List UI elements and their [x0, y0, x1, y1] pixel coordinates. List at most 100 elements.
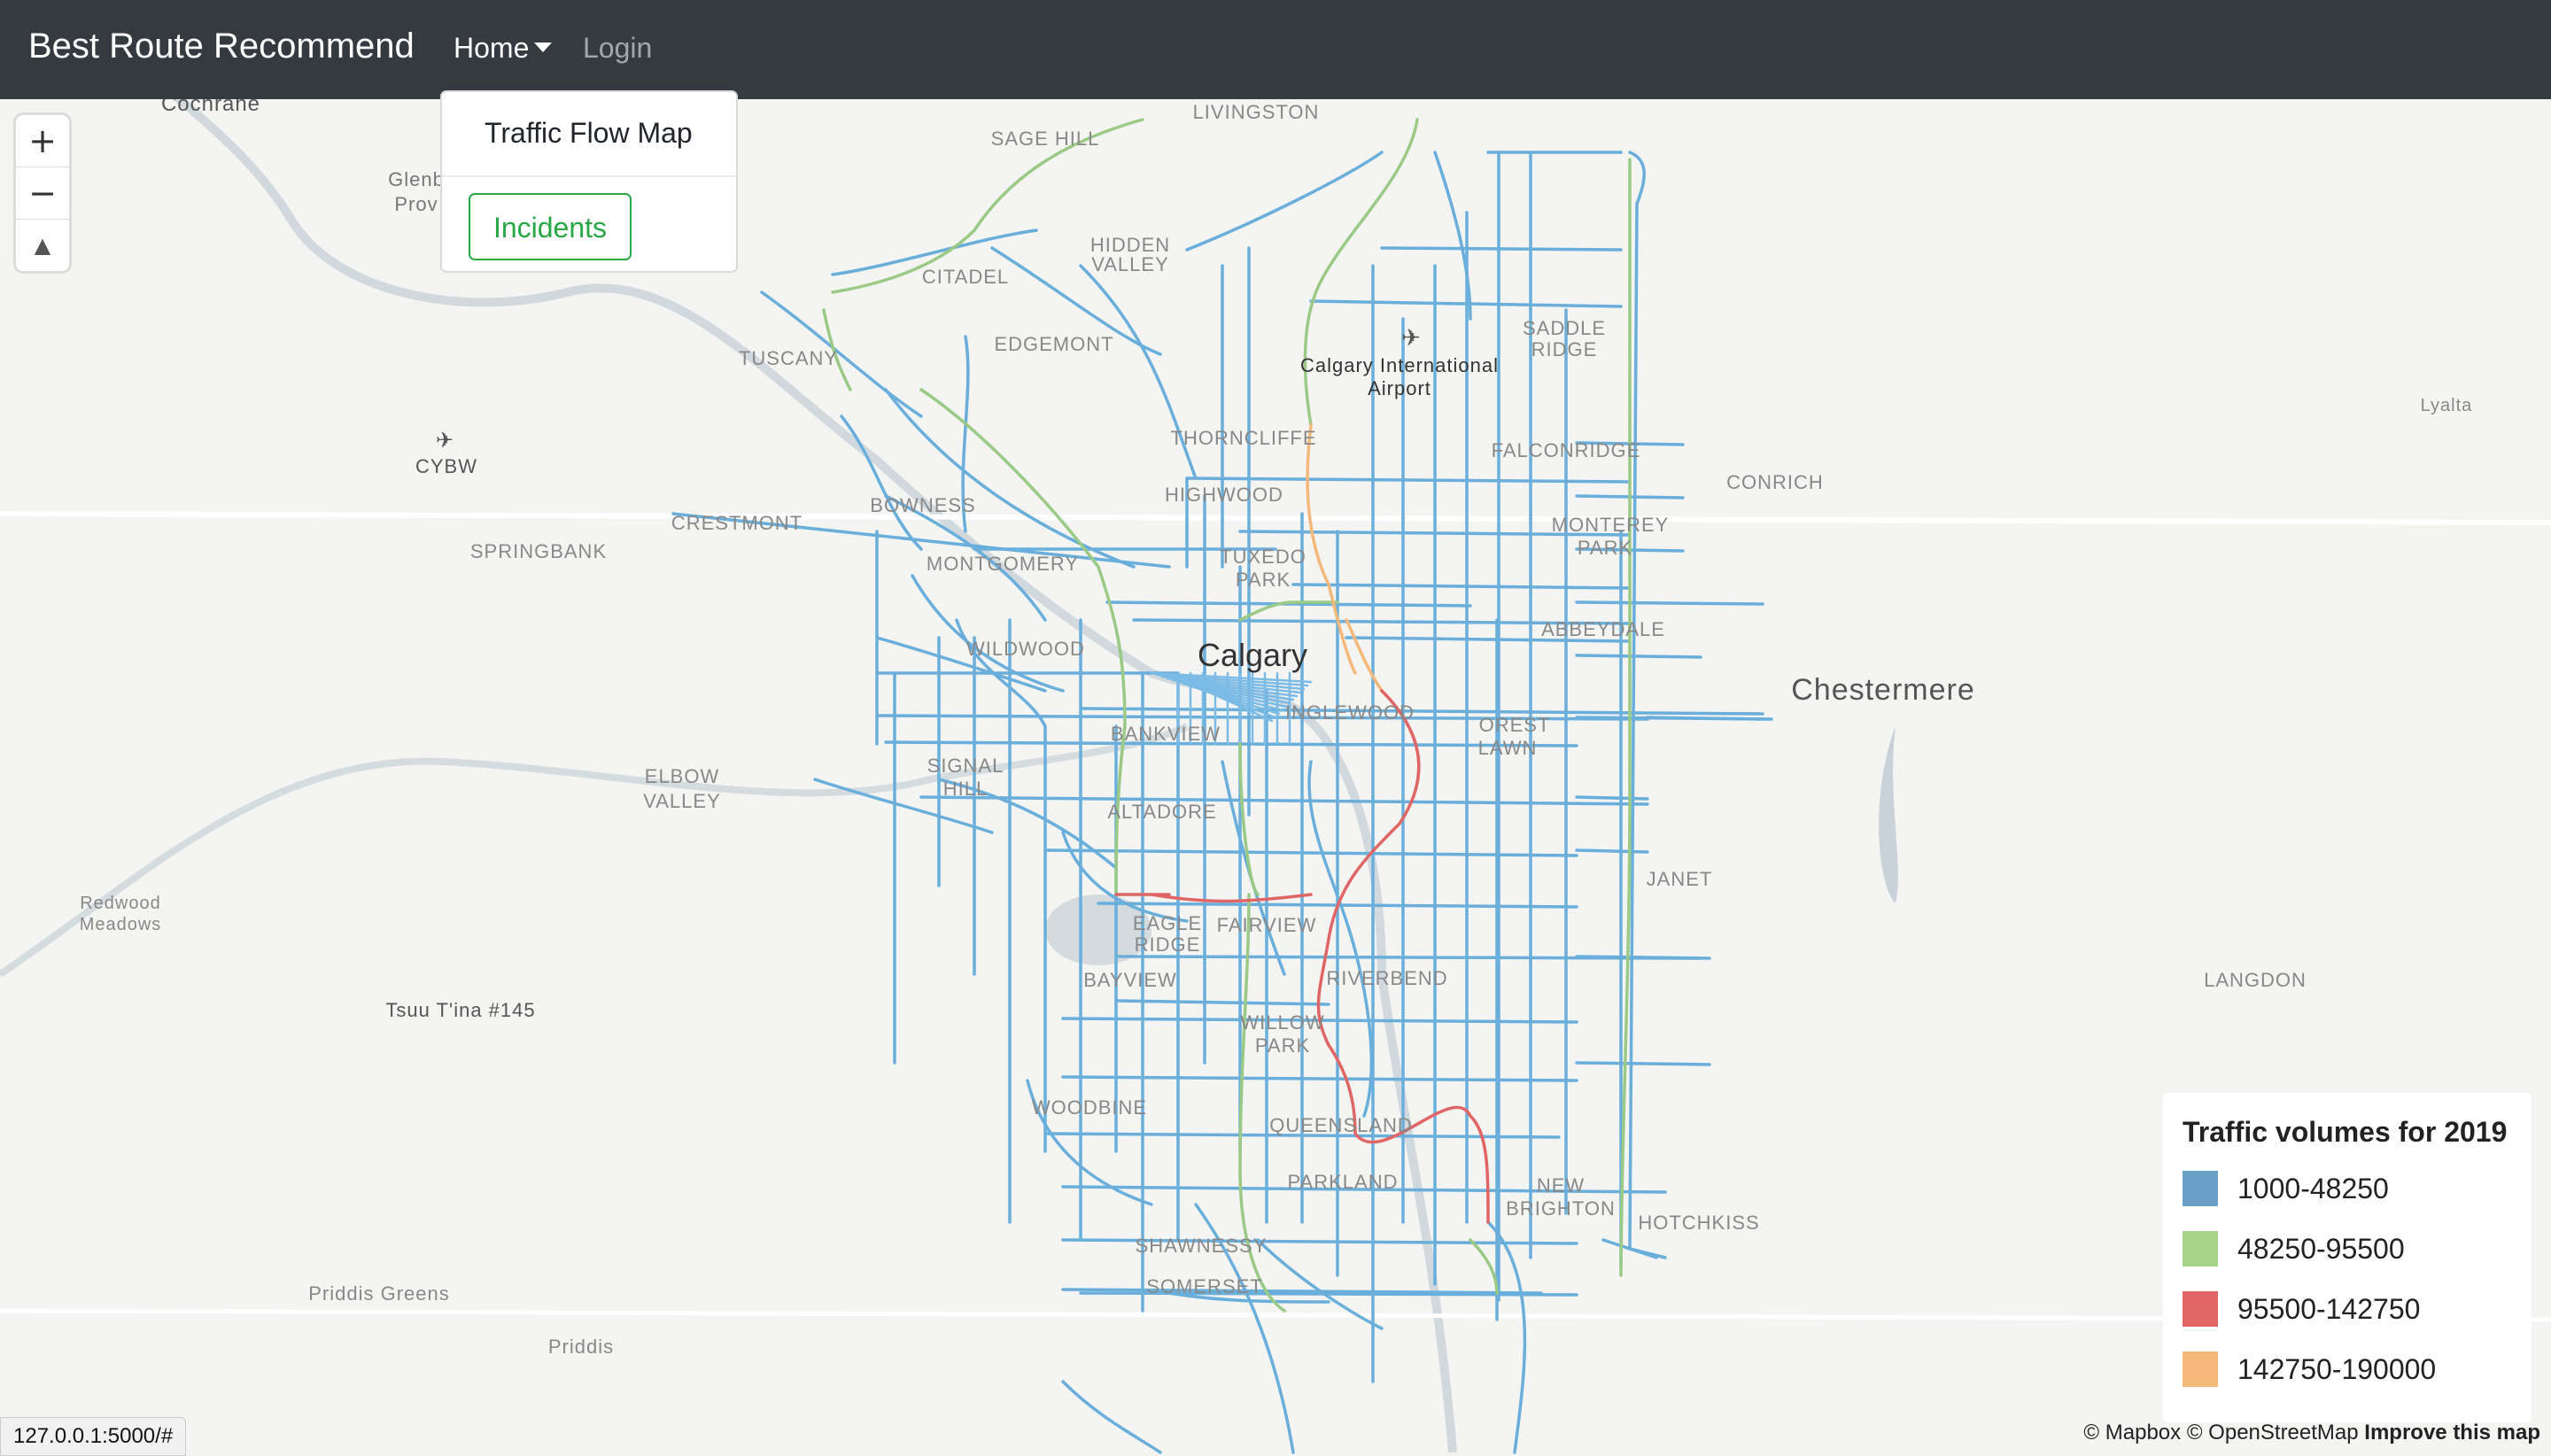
legend-item: 48250-95500: [2183, 1231, 2405, 1266]
zoom-in-button[interactable]: +: [16, 115, 69, 167]
place-label: SHAWNESSY: [1136, 1235, 1268, 1257]
place-label: EDGEMONT: [994, 333, 1113, 355]
place-label: PARK: [1236, 569, 1291, 591]
place-label: BRIGHTON: [1506, 1197, 1616, 1220]
road-segment: [1575, 795, 1649, 801]
place-label: ELBOW: [645, 765, 719, 787]
place-label: Meadows: [80, 915, 162, 934]
place-label: Chestermere: [1791, 673, 1975, 707]
compass-glyph: ▲: [34, 233, 51, 258]
place-label: LIVINGSTON: [1193, 101, 1320, 123]
improve-map-link[interactable]: Improve this map: [2364, 1421, 2540, 1444]
traffic-legend: Traffic volumes for 2019 1000-48250 4825…: [2163, 1093, 2532, 1422]
place-label: BOWNESS: [870, 494, 975, 516]
legend-swatch: [2183, 1171, 2218, 1206]
place-label: WOODBINE: [1032, 1096, 1147, 1119]
place-label: RIDGE: [1531, 338, 1598, 360]
road-segment: [1646, 716, 1764, 721]
place-label: CYBW: [415, 455, 477, 477]
place-label: SOMERSET: [1146, 1275, 1262, 1297]
airport-icon: ✈: [1401, 325, 1421, 352]
road-segment: [1575, 1061, 1711, 1066]
place-label: CONRICH: [1726, 471, 1824, 493]
place-label: OREST: [1479, 714, 1551, 736]
legend-title: Traffic volumes for 2019: [2183, 1116, 2508, 1148]
airport-icon: ✈: [436, 428, 454, 453]
legend-label: 1000-48250: [2237, 1172, 2389, 1204]
place-label: LANGDON: [2204, 969, 2307, 991]
place-label: Tsuu T'ina #145: [385, 999, 535, 1021]
road-segment: [1575, 848, 1649, 854]
home-dropdown-toggle[interactable]: Home: [454, 32, 553, 65]
place-label: PARKLAND: [1288, 1171, 1399, 1193]
dropdown-divider: [442, 175, 736, 177]
legend-swatch: [2183, 1291, 2218, 1327]
place-label: VALLEY: [643, 790, 721, 812]
place-label: WILLOW: [1240, 1011, 1324, 1034]
place-label: Glenb: [388, 168, 445, 190]
road-segment: [1575, 955, 1711, 960]
legend-label: 95500-142750: [2237, 1292, 2421, 1325]
status-url: 127.0.0.1:5000/#: [0, 1417, 187, 1456]
legend-label: 142750-190000: [2237, 1352, 2437, 1385]
brand[interactable]: Best Route Recommend: [28, 27, 415, 66]
place-label: BAYVIEW: [1083, 969, 1177, 991]
place-label: SADDLE: [1523, 317, 1606, 339]
road-segment: [1575, 600, 1764, 606]
place-label: EAGLE: [1133, 912, 1202, 934]
place-label: SPRINGBANK: [470, 540, 607, 562]
road-segment: [1575, 654, 1702, 659]
place-label: LAWN: [1478, 737, 1538, 759]
place-label: CITADEL: [922, 266, 1009, 288]
place-label: Airport: [1368, 377, 1431, 399]
place-label: Calgary International: [1300, 354, 1499, 376]
navbar: Best Route Recommend Home Login: [0, 0, 2551, 99]
traffic-flow-map-item[interactable]: Traffic Flow Map: [485, 117, 693, 150]
place-label: FALCONRIDGE: [1492, 439, 1641, 461]
osm-attribution[interactable]: © OpenStreetMap: [2187, 1421, 2359, 1444]
place-label: CRESTMONT: [671, 512, 803, 534]
login-link[interactable]: Login: [583, 32, 652, 65]
place-label: ABBEYDALE: [1541, 618, 1665, 640]
mapbox-attribution[interactable]: © Mapbox: [2083, 1421, 2181, 1444]
place-label: QUEENSLAND: [1269, 1114, 1413, 1136]
map-navigation-control: + − ▲: [16, 115, 69, 271]
place-label: PARK: [1255, 1034, 1310, 1057]
place-label: Priddis: [548, 1336, 614, 1358]
place-label: MONTEREY: [1552, 514, 1670, 536]
place-label: MONTGOMERY: [927, 553, 1079, 575]
place-label: HOTCHKISS: [1638, 1212, 1759, 1234]
place-label: VALLEY: [1091, 253, 1169, 275]
city-label-calgary: Calgary: [1198, 637, 1307, 673]
place-label: JANET: [1647, 868, 1713, 890]
place-label: ALTADORE: [1107, 801, 1216, 823]
place-label: TUXEDO: [1220, 546, 1307, 568]
caret-down-icon: [534, 43, 553, 53]
place-label: FAIRVIEW: [1217, 914, 1317, 936]
legend-swatch: [2183, 1351, 2218, 1387]
legend-label: 48250-95500: [2237, 1232, 2405, 1265]
place-label: RIVERBEND: [1326, 967, 1447, 989]
place-label: WILDWOOD: [966, 638, 1085, 660]
legend-swatch: [2183, 1231, 2218, 1266]
place-label: BANKVIEW: [1111, 723, 1221, 745]
place-label: TUSCANY: [739, 347, 838, 369]
road-segment: [1380, 246, 1623, 252]
place-label: SAGE HILL: [991, 128, 1100, 150]
place-label: THORNCLIFFE: [1171, 427, 1317, 449]
place-label: HILL: [943, 778, 988, 800]
home-dropdown-menu: Traffic Flow Map Incidents: [440, 90, 738, 273]
place-label: Prov: [394, 193, 438, 215]
place-label: INGLEWOOD: [1285, 701, 1415, 724]
legend-item: 142750-190000: [2183, 1351, 2436, 1387]
place-label: Redwood: [80, 894, 161, 913]
incidents-button[interactable]: Incidents: [469, 193, 632, 260]
place-label: HIGHWOOD: [1165, 484, 1283, 506]
place-label: PARK: [1578, 537, 1632, 559]
legend-item: 1000-48250: [2183, 1171, 2389, 1206]
map-attribution: © Mapbox © OpenStreetMap Improve this ma…: [2083, 1421, 2540, 1445]
compass-icon[interactable]: ▲: [16, 220, 69, 271]
legend-item: 95500-142750: [2183, 1291, 2420, 1327]
zoom-out-button[interactable]: −: [16, 167, 69, 220]
place-label: NEW: [1537, 1174, 1585, 1197]
